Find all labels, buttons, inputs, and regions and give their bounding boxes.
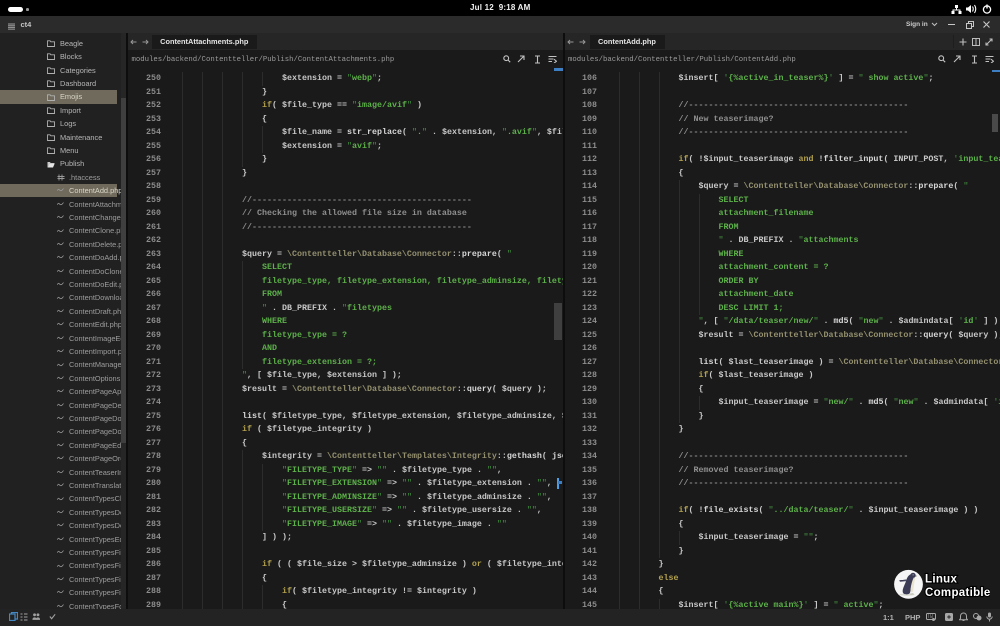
svg-text:Linux: Linux: [925, 573, 957, 585]
svg-text:Compatible: Compatible: [925, 587, 990, 599]
